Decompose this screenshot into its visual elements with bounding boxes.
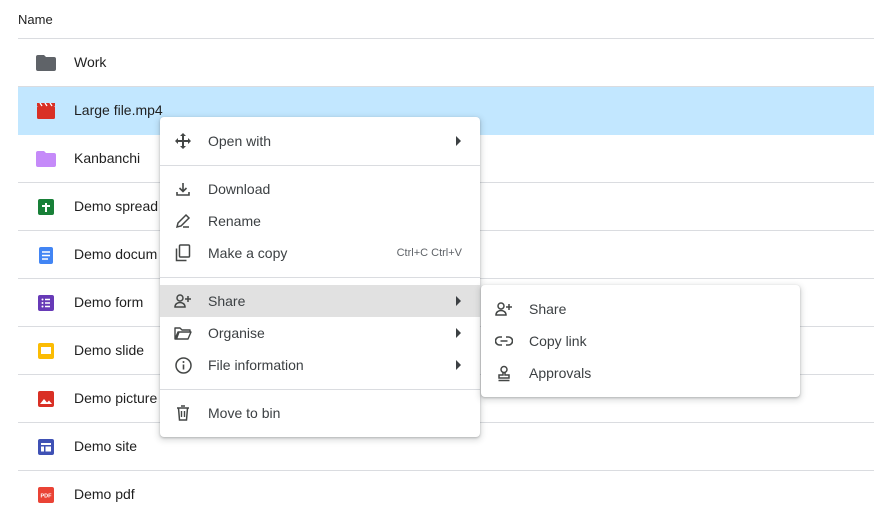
sites-icon [36, 437, 56, 457]
pdf-icon: PDF [36, 485, 56, 505]
folder-open-icon [174, 324, 192, 342]
file-name: Demo form [74, 294, 144, 310]
file-name: Demo docum [74, 246, 158, 262]
name-column-header[interactable]: Name [18, 10, 874, 27]
file-name: Demo spread [74, 198, 159, 214]
menu-item-rename[interactable]: Rename [160, 205, 480, 237]
stamp-icon [495, 364, 513, 382]
forms-icon [36, 293, 56, 313]
copy-icon [174, 244, 192, 262]
menu-item-open-with[interactable]: Open with [160, 125, 480, 157]
file-name: Kanbanchi [74, 150, 141, 166]
file-name: Demo pdf [74, 486, 135, 502]
file-name: Demo picture [74, 390, 158, 406]
menu-item-file-information[interactable]: File information [160, 349, 480, 381]
menu-divider [160, 165, 480, 166]
folder-icon [36, 149, 56, 169]
folder-icon [36, 53, 56, 73]
menu-item-download[interactable]: Download [160, 173, 480, 205]
file-row[interactable]: PDF Demo pdf [18, 471, 874, 518]
file-row[interactable]: Work [18, 39, 874, 87]
submenu-arrow-icon [456, 328, 461, 338]
submenu-item-copy-link[interactable]: Copy link [481, 325, 800, 357]
share-submenu: Share Copy link Approvals [481, 285, 800, 397]
pencil-icon [174, 212, 192, 230]
svg-text:PDF: PDF [41, 494, 53, 500]
menu-item-move-to-bin[interactable]: Move to bin [160, 397, 480, 429]
column-header: Name [18, 10, 874, 38]
menu-item-share[interactable]: Share [160, 285, 480, 317]
submenu-arrow-icon [456, 360, 461, 370]
sheets-icon [36, 197, 56, 217]
person-add-icon [495, 300, 513, 318]
trash-icon [174, 404, 192, 422]
file-name: Large file.mp4 [74, 102, 163, 118]
person-add-icon [174, 292, 192, 310]
shortcut-hint: Ctrl+C Ctrl+V [396, 247, 462, 259]
image-icon [36, 389, 56, 409]
submenu-item-approvals[interactable]: Approvals [481, 357, 800, 389]
info-icon [174, 356, 192, 374]
file-name: Demo site [74, 438, 138, 454]
move-arrows-icon [174, 132, 192, 150]
slides-icon [36, 341, 56, 361]
context-menu: Open with Download Rename Make a copy Ct… [160, 117, 480, 437]
link-icon [495, 332, 513, 350]
menu-divider [160, 277, 480, 278]
file-name: Work [74, 54, 107, 70]
file-name: Demo slide [74, 342, 145, 358]
download-icon [174, 180, 192, 198]
submenu-arrow-icon [456, 136, 461, 146]
menu-divider [160, 389, 480, 390]
submenu-item-share[interactable]: Share [481, 293, 800, 325]
docs-icon [36, 245, 56, 265]
menu-item-make-copy[interactable]: Make a copy Ctrl+C Ctrl+V [160, 237, 480, 269]
submenu-arrow-icon [456, 296, 461, 306]
video-icon [36, 101, 56, 121]
menu-item-organise[interactable]: Organise [160, 317, 480, 349]
